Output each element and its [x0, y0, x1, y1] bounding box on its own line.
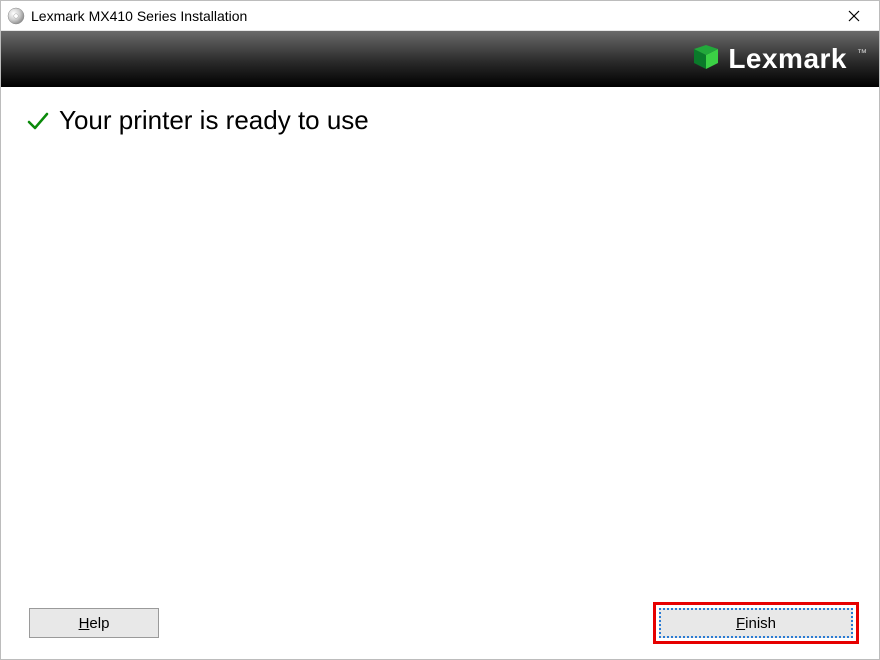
installer-window: Lexmark MX410 Series Installation Lexmar…: [0, 0, 880, 660]
checkmark-icon: [25, 108, 51, 134]
finish-button[interactable]: Finish: [659, 608, 853, 638]
disc-icon: [7, 7, 25, 25]
content-area: Your printer is ready to use: [1, 87, 879, 599]
finish-label-rest: inish: [745, 615, 776, 632]
close-button[interactable]: [833, 2, 875, 30]
trademark-symbol: ™: [857, 48, 867, 59]
help-button[interactable]: Help: [29, 608, 159, 638]
footer: Help Finish: [1, 599, 879, 659]
help-label-rest: elp: [89, 615, 109, 632]
titlebar: Lexmark MX410 Series Installation: [1, 1, 879, 31]
finish-highlight: Finish: [653, 602, 859, 644]
window-title: Lexmark MX410 Series Installation: [31, 8, 833, 24]
finish-mnemonic: F: [736, 615, 745, 632]
brand-name: Lexmark: [728, 43, 847, 75]
status-message: Your printer is ready to use: [59, 105, 369, 136]
brand-banner: Lexmark ™: [1, 31, 879, 87]
close-icon: [848, 10, 860, 22]
status-row: Your printer is ready to use: [25, 105, 855, 136]
help-mnemonic: H: [79, 615, 90, 632]
lexmark-logo-icon: [692, 45, 720, 73]
